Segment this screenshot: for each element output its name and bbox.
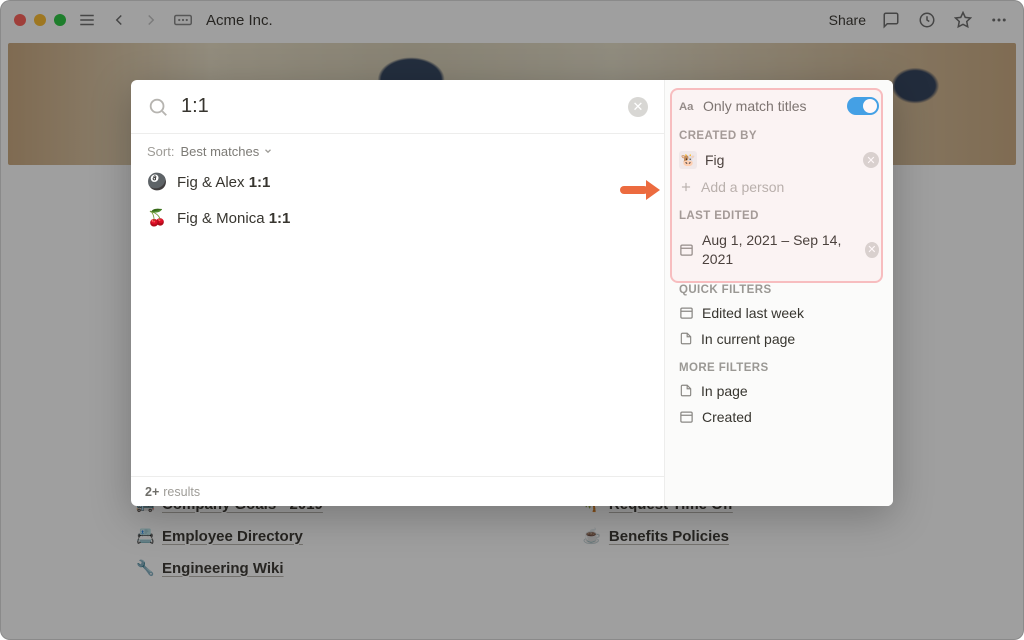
date-range-chip[interactable]: Aug 1, 2021 – Sep 14, 2021 ✕	[665, 226, 893, 274]
text-match-icon: Aa	[679, 98, 695, 114]
add-person-button[interactable]: Add a person	[665, 174, 893, 200]
more-filter-created[interactable]: Created	[665, 404, 893, 430]
created-by-name: Fig	[705, 152, 724, 168]
only-titles-toggle[interactable]	[847, 97, 879, 115]
plus-icon	[679, 180, 693, 194]
svg-text:Aa: Aa	[679, 101, 694, 113]
only-titles-label: Only match titles	[703, 98, 806, 114]
more-filter-label: In page	[701, 383, 748, 399]
remove-person-button[interactable]: ✕	[863, 152, 879, 168]
clear-search-button[interactable]: ✕	[628, 97, 648, 117]
quick-filter-label: In current page	[701, 331, 795, 347]
date-range-value: Aug 1, 2021 – Sep 14, 2021	[702, 231, 857, 269]
calendar-icon	[679, 305, 694, 320]
quick-filter-label: Edited last week	[702, 305, 804, 321]
more-filter-label: Created	[702, 409, 752, 425]
arrow-annotation	[620, 180, 660, 200]
filter-sidebar: Aa Only match titles CREATED BY 🐮 Fig ✕ …	[665, 80, 893, 506]
remove-date-button[interactable]: ✕	[865, 242, 879, 258]
search-input[interactable]	[181, 95, 616, 118]
search-modal: ✕ Sort: Best matches 🎱 Fig & Alex 1:1 🍒 Fig…	[131, 80, 893, 506]
search-result[interactable]: 🎱 Fig & Alex 1:1	[131, 164, 664, 200]
sort-label: Sort:	[147, 144, 174, 159]
chevron-down-icon	[263, 146, 273, 156]
add-person-label: Add a person	[701, 179, 784, 195]
page-icon	[679, 383, 693, 398]
quick-filter-edited-last-week[interactable]: Edited last week	[665, 300, 893, 326]
sort-value: Best matches	[180, 144, 259, 159]
created-by-chip: 🐮 Fig ✕	[665, 146, 893, 174]
page-icon	[679, 331, 693, 346]
sort-select[interactable]: Best matches	[180, 144, 273, 159]
result-emoji: 🎱	[147, 172, 167, 192]
more-filters-heading: MORE FILTERS	[665, 352, 893, 378]
calendar-icon	[679, 242, 694, 257]
search-icon	[147, 96, 169, 118]
created-by-heading: CREATED BY	[665, 120, 893, 146]
result-title: Fig & Alex 1:1	[177, 174, 270, 191]
last-edited-heading: LAST EDITED	[665, 200, 893, 226]
results-footer: 2+ results	[131, 476, 664, 506]
search-result[interactable]: 🍒 Fig & Monica 1:1	[131, 200, 664, 236]
quick-filters-heading: QUICK FILTERS	[665, 274, 893, 300]
result-emoji: 🍒	[147, 208, 167, 228]
result-title: Fig & Monica 1:1	[177, 210, 290, 227]
quick-filter-in-current-page[interactable]: In current page	[665, 326, 893, 352]
search-results: 🎱 Fig & Alex 1:1 🍒 Fig & Monica 1:1	[131, 164, 664, 476]
calendar-icon	[679, 409, 694, 424]
person-avatar: 🐮	[679, 151, 697, 169]
results-count: 2+	[145, 485, 159, 499]
results-word: results	[163, 485, 200, 499]
more-filter-in-page[interactable]: In page	[665, 378, 893, 404]
